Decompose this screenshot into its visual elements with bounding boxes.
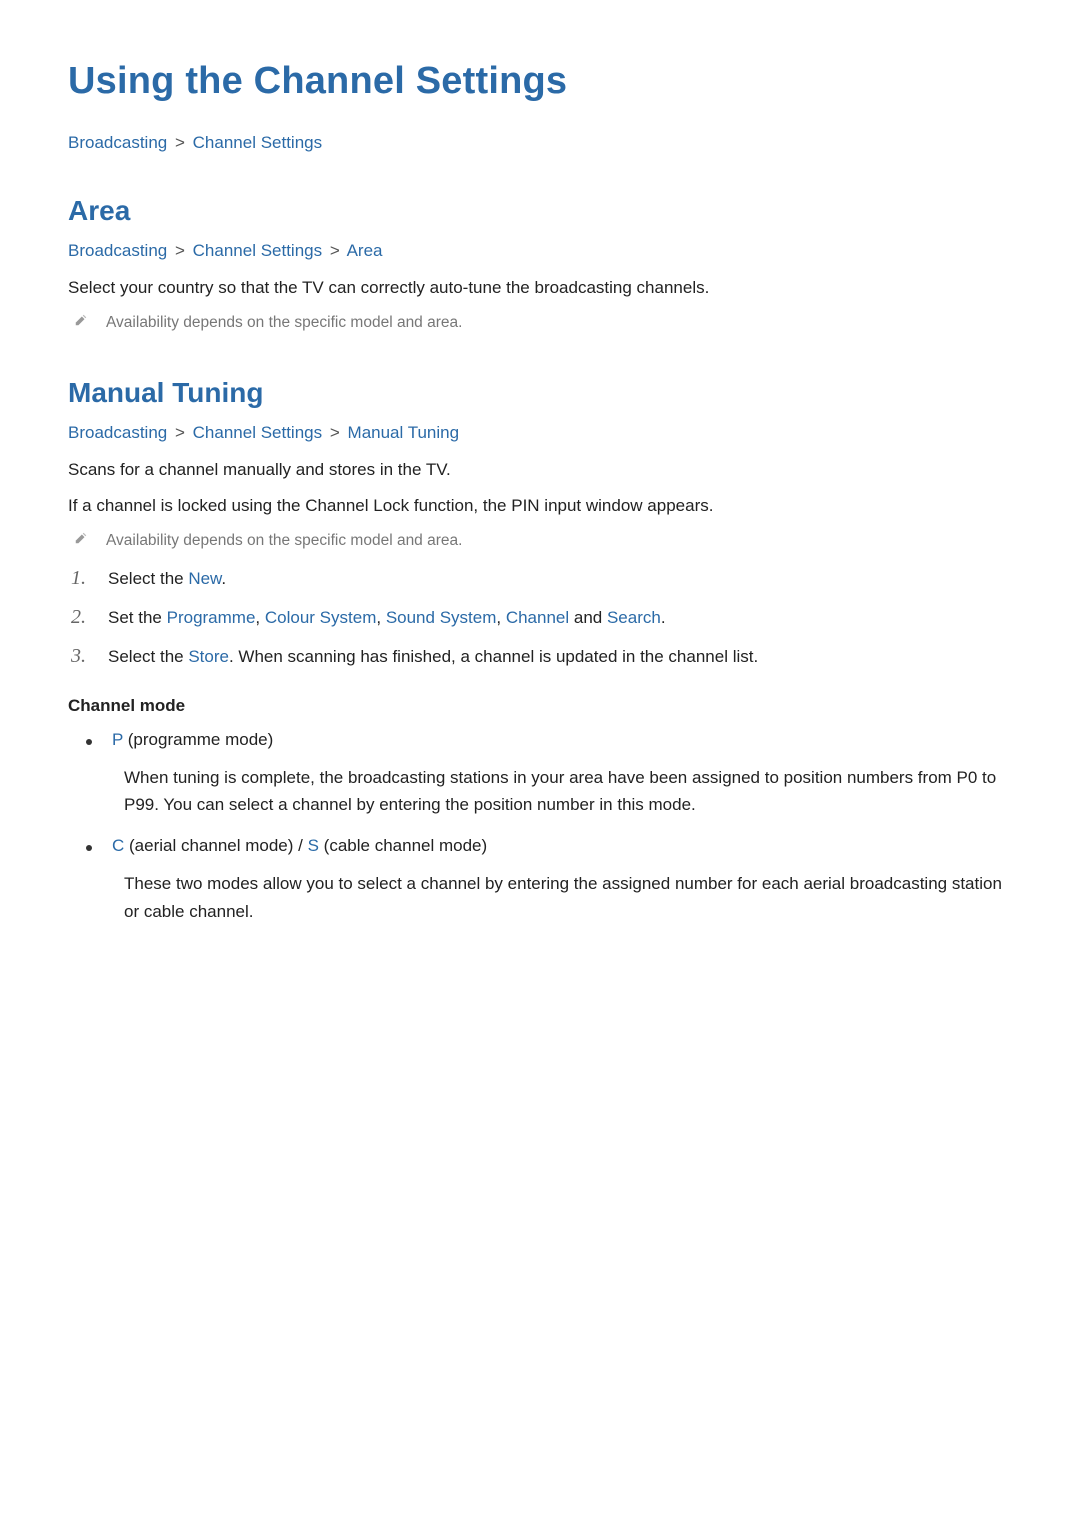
breadcrumb-sep: >	[175, 133, 185, 152]
keyword-sound-system: Sound System	[386, 608, 497, 627]
mode-label: P (programme mode)	[112, 730, 273, 750]
text-fragment: ,	[255, 608, 264, 627]
manual-body-1: Scans for a channel manually and stores …	[68, 457, 1012, 483]
step-3: 3. Select the Store. When scanning has f…	[68, 643, 1012, 670]
text-fragment: .	[221, 569, 226, 588]
manual-body-2: If a channel is locked using the Channel…	[68, 493, 1012, 519]
bullet-icon	[86, 845, 92, 851]
step-number: 1.	[68, 567, 86, 590]
step-number: 3.	[68, 645, 86, 668]
breadcrumb-item: Channel Settings	[193, 133, 322, 152]
breadcrumb-manual: Broadcasting > Channel Settings > Manual…	[68, 423, 1012, 443]
mode-code-p: P	[112, 730, 123, 749]
note-text: Availability depends on the specific mod…	[106, 311, 462, 334]
breadcrumb-item: Broadcasting	[68, 423, 167, 442]
text-fragment: ,	[496, 608, 505, 627]
breadcrumb-sep: >	[330, 241, 340, 260]
mode-label: C (aerial channel mode) / S (cable chann…	[112, 836, 487, 856]
breadcrumb-sep: >	[175, 241, 185, 260]
text-fragment: ,	[376, 608, 385, 627]
mode-code-c: C	[112, 836, 124, 855]
channel-mode-list: P (programme mode) When tuning is comple…	[86, 730, 1012, 925]
keyword-new: New	[188, 569, 221, 588]
step-text: Select the Store. When scanning has fini…	[108, 643, 758, 670]
text-fragment: (programme mode)	[123, 730, 273, 749]
step-text: Set the Programme, Colour System, Sound …	[108, 604, 666, 631]
breadcrumb-sep: >	[330, 423, 340, 442]
text-fragment: Select the	[108, 569, 188, 588]
pencil-icon	[74, 531, 88, 549]
note-manual: Availability depends on the specific mod…	[74, 529, 1012, 552]
breadcrumb-item: Channel Settings	[193, 241, 322, 260]
page-title: Using the Channel Settings	[68, 60, 1012, 103]
text-fragment: and	[569, 608, 607, 627]
bullet-icon	[86, 739, 92, 745]
keyword-channel: Channel	[506, 608, 569, 627]
keyword-programme: Programme	[167, 608, 256, 627]
page-content: Using the Channel Settings Broadcasting …	[0, 0, 1080, 1003]
note-text: Availability depends on the specific mod…	[106, 529, 462, 552]
breadcrumb-item: Manual Tuning	[348, 423, 460, 442]
channel-mode-item-cs: C (aerial channel mode) / S (cable chann…	[86, 836, 1012, 924]
step-2: 2. Set the Programme, Colour System, Sou…	[68, 604, 1012, 631]
breadcrumb-area: Broadcasting > Channel Settings > Area	[68, 241, 1012, 261]
breadcrumb-item: Area	[347, 241, 383, 260]
step-1: 1. Select the New.	[68, 565, 1012, 592]
step-text: Select the New.	[108, 565, 226, 592]
channel-mode-item-p: P (programme mode) When tuning is comple…	[86, 730, 1012, 818]
keyword-store: Store	[188, 647, 229, 666]
section-heading-area: Area	[68, 195, 1012, 227]
note-area: Availability depends on the specific mod…	[74, 311, 1012, 334]
keyword-colour-system: Colour System	[265, 608, 376, 627]
channel-mode-heading: Channel mode	[68, 696, 1012, 716]
breadcrumb-sep: >	[175, 423, 185, 442]
text-fragment: Set the	[108, 608, 167, 627]
text-fragment: (cable channel mode)	[319, 836, 487, 855]
breadcrumb-item: Broadcasting	[68, 133, 167, 152]
mode-desc: When tuning is complete, the broadcastin…	[112, 764, 1012, 818]
breadcrumb-item: Broadcasting	[68, 241, 167, 260]
breadcrumb-item: Channel Settings	[193, 423, 322, 442]
area-body-text: Select your country so that the TV can c…	[68, 275, 1012, 301]
mode-code-s: S	[308, 836, 319, 855]
step-number: 2.	[68, 606, 86, 629]
text-fragment: . When scanning has finished, a channel …	[229, 647, 758, 666]
breadcrumb-main: Broadcasting > Channel Settings	[68, 133, 1012, 153]
pencil-icon	[74, 313, 88, 331]
text-fragment: (aerial channel mode) /	[124, 836, 307, 855]
keyword-search: Search	[607, 608, 661, 627]
section-heading-manual: Manual Tuning	[68, 377, 1012, 409]
text-fragment: Select the	[108, 647, 188, 666]
steps-list: 1. Select the New. 2. Set the Programme,…	[68, 565, 1012, 671]
mode-desc: These two modes allow you to select a ch…	[112, 870, 1012, 924]
text-fragment: .	[661, 608, 666, 627]
